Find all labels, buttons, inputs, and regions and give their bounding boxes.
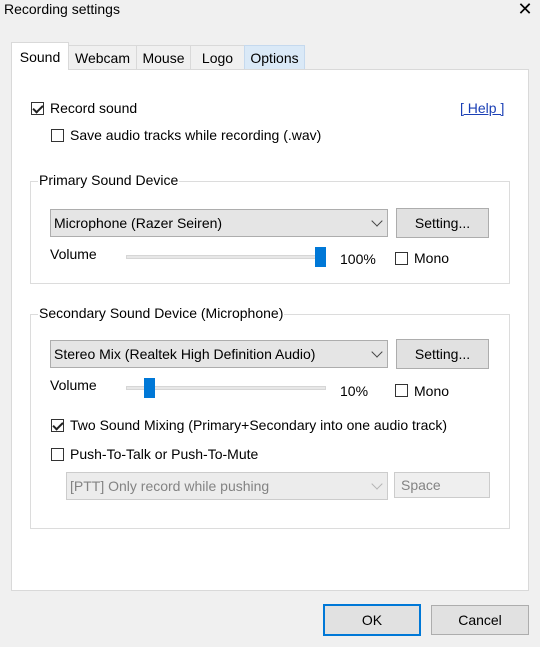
push-to-talk-label[interactable]: Push-To-Talk or Push-To-Mute bbox=[70, 446, 258, 462]
tab-webcam[interactable]: Webcam bbox=[68, 45, 137, 69]
primary-volume-track[interactable] bbox=[126, 255, 326, 259]
record-sound-checkbox[interactable] bbox=[31, 102, 44, 115]
primary-setting-button[interactable]: Setting... bbox=[396, 208, 489, 238]
primary-device-dropdown[interactable]: Microphone (Razer Seiren) bbox=[50, 209, 388, 237]
ptt-mode-value: [PTT] Only record while pushing bbox=[70, 478, 270, 494]
primary-volume-label: Volume bbox=[50, 246, 97, 262]
window-title: Recording settings bbox=[4, 1, 120, 17]
secondary-volume-value: 10% bbox=[340, 383, 369, 399]
primary-group-title: Primary Sound Device bbox=[38, 172, 180, 188]
two-sound-mixing-checkbox[interactable] bbox=[51, 419, 64, 432]
ptt-key-value: Space bbox=[401, 477, 441, 493]
record-sound-label[interactable]: Record sound bbox=[50, 100, 137, 116]
secondary-mono-label[interactable]: Mono bbox=[414, 383, 449, 399]
close-icon[interactable]: ✕ bbox=[514, 0, 536, 19]
two-sound-mixing-label[interactable]: Two Sound Mixing (Primary+Secondary into… bbox=[70, 417, 447, 433]
secondary-volume-label: Volume bbox=[50, 377, 97, 393]
secondary-device-value: Stereo Mix (Realtek High Definition Audi… bbox=[54, 346, 316, 362]
chevron-down-icon bbox=[371, 346, 383, 358]
secondary-device-dropdown[interactable]: Stereo Mix (Realtek High Definition Audi… bbox=[50, 340, 388, 368]
ptt-mode-dropdown[interactable]: [PTT] Only record while pushing bbox=[66, 472, 388, 500]
tab-options[interactable]: Options bbox=[244, 45, 305, 69]
primary-volume-value: 100% bbox=[340, 251, 376, 267]
chevron-down-icon bbox=[371, 478, 383, 490]
push-to-talk-checkbox[interactable] bbox=[51, 448, 64, 461]
save-wav-label[interactable]: Save audio tracks while recording (.wav) bbox=[70, 127, 321, 143]
secondary-setting-button[interactable]: Setting... bbox=[396, 339, 489, 369]
ptt-key-field[interactable]: Space bbox=[394, 472, 490, 498]
ok-button[interactable]: OK bbox=[323, 604, 421, 636]
primary-volume-slider-thumb[interactable] bbox=[315, 247, 326, 267]
secondary-volume-slider-thumb[interactable] bbox=[144, 378, 155, 398]
primary-mono-checkbox[interactable] bbox=[395, 252, 408, 265]
chevron-down-icon bbox=[371, 215, 383, 227]
secondary-mono-checkbox[interactable] bbox=[395, 384, 408, 397]
help-link[interactable]: [ Help ] bbox=[460, 100, 504, 116]
save-wav-checkbox[interactable] bbox=[51, 129, 64, 142]
tab-logo[interactable]: Logo bbox=[190, 45, 245, 69]
cancel-button[interactable]: Cancel bbox=[431, 605, 529, 635]
tab-mouse[interactable]: Mouse bbox=[136, 45, 191, 69]
primary-mono-label[interactable]: Mono bbox=[414, 250, 449, 266]
secondary-volume-track[interactable] bbox=[126, 386, 326, 390]
primary-device-value: Microphone (Razer Seiren) bbox=[54, 215, 223, 231]
tab-sound[interactable]: Sound bbox=[11, 42, 69, 70]
secondary-group-title: Secondary Sound Device (Microphone) bbox=[38, 305, 285, 321]
